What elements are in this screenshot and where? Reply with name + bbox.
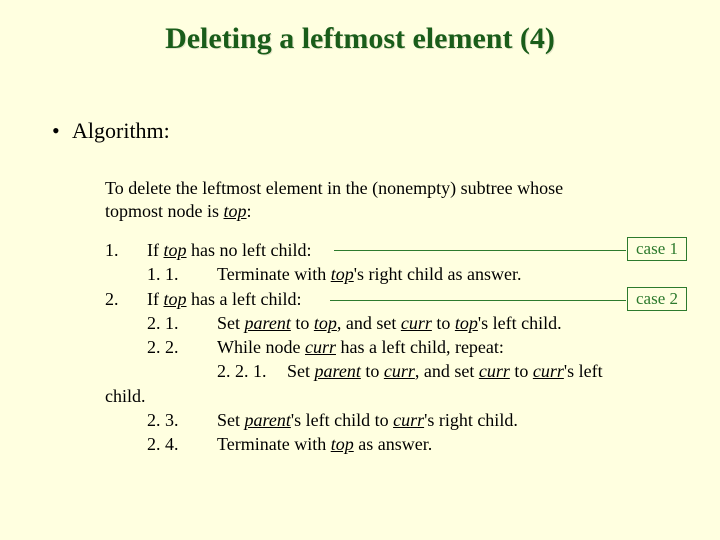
line-1-1: Terminate with top's right child as answ… xyxy=(217,262,647,286)
step-2-2-1-wrap: child. xyxy=(105,384,665,408)
line-2-3: Set parent's left child to curr's right … xyxy=(217,408,647,432)
line-1: If top has no left child: xyxy=(147,238,647,262)
line-2: If top has a left child: xyxy=(147,287,647,311)
step-2-3: 2. 3.Set parent's left child to curr's r… xyxy=(105,408,665,432)
slide: Deleting a leftmost element (4) Algorith… xyxy=(0,0,720,540)
num-1-1: 1. 1. xyxy=(147,262,217,286)
child-word: child. xyxy=(105,386,146,406)
line-2-2: While node curr has a left child, repeat… xyxy=(217,335,647,359)
num-2-1: 2. 1. xyxy=(147,311,217,335)
step-1-1: 1. 1.Terminate with top's right child as… xyxy=(105,262,665,286)
bullet-algorithm: Algorithm: xyxy=(72,118,170,144)
step-1: 1.If top has no left child: xyxy=(105,238,665,262)
intro-b: : xyxy=(247,201,252,221)
line-2-4: Terminate with top as answer. xyxy=(217,432,647,456)
line-2-1: Set parent to top, and set curr to top's… xyxy=(217,311,647,335)
line-2-2-1: Set parent to curr, and set curr to curr… xyxy=(287,359,647,383)
num-2-2-1: 2. 2. 1. xyxy=(217,359,287,383)
step-2-2-1: 2. 2. 1.Set parent to curr, and set curr… xyxy=(105,359,665,383)
intro-a: To delete the leftmost element in the (n… xyxy=(105,178,563,221)
num-2-4: 2. 4. xyxy=(147,432,217,456)
step-2-1: 2. 1.Set parent to top, and set curr to … xyxy=(105,311,665,335)
step-2: 2.If top has a left child: xyxy=(105,287,665,311)
num-2-3: 2. 3. xyxy=(147,408,217,432)
num-1: 1. xyxy=(105,238,147,262)
intro-text: To delete the leftmost element in the (n… xyxy=(105,177,615,222)
step-2-2: 2. 2.While node curr has a left child, r… xyxy=(105,335,665,359)
intro-top: top xyxy=(224,201,247,221)
algorithm-body: 1.If top has no left child: 1. 1.Termina… xyxy=(105,238,665,457)
step-2-4: 2. 4.Terminate with top as answer. xyxy=(105,432,665,456)
slide-title: Deleting a leftmost element (4) xyxy=(0,0,720,56)
num-2: 2. xyxy=(105,287,147,311)
num-2-2: 2. 2. xyxy=(147,335,217,359)
